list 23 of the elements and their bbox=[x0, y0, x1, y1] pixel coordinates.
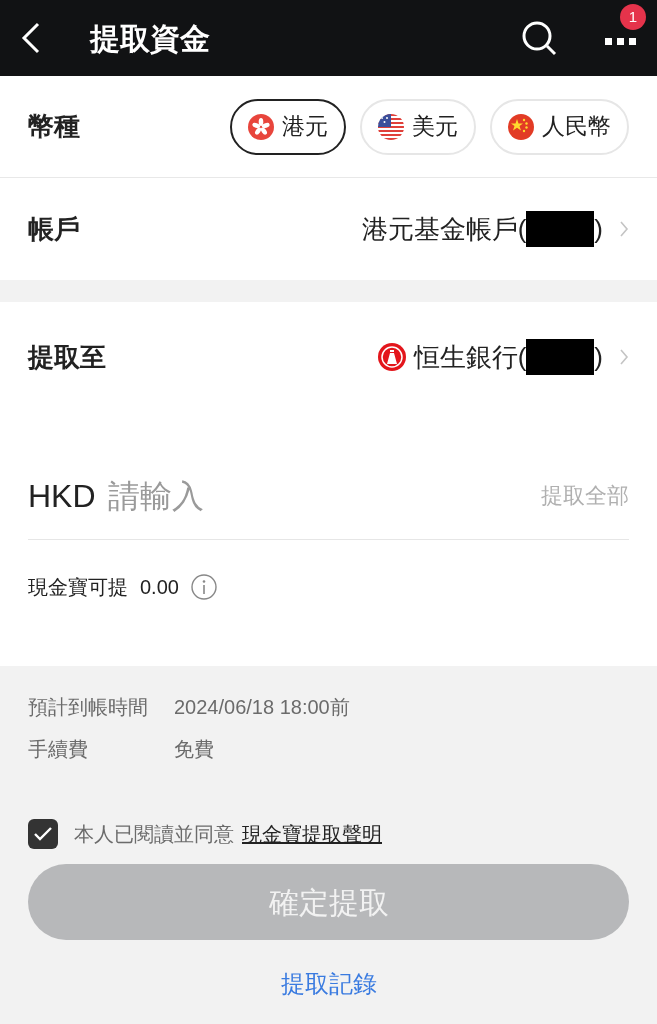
detail-value: 免費 bbox=[174, 737, 214, 762]
page-title: 提取資金 bbox=[90, 20, 210, 57]
currency-option[interactable]: 美元 bbox=[360, 98, 476, 155]
agreement-text: 本人已閱讀並同意 bbox=[74, 822, 234, 847]
available-amount: 0.00 bbox=[140, 575, 179, 600]
currency-option[interactable]: 人民幣 bbox=[490, 98, 629, 155]
withdrawal-history-link[interactable]: 提取記錄 bbox=[280, 966, 377, 1002]
account-label: 帳戶 bbox=[28, 212, 80, 246]
withdraw-to-label: 提取至 bbox=[28, 340, 106, 374]
bank-value: 恒生銀行( bbox=[413, 340, 527, 374]
available-label: 現金寶可提 bbox=[28, 575, 128, 600]
detail-label: 預計到帳時間 bbox=[28, 695, 149, 720]
closing-parenthesis: ) bbox=[594, 212, 603, 246]
notification-badge: 1 bbox=[620, 4, 646, 30]
detail-value: 2024/06/18 18:00前 bbox=[174, 695, 350, 720]
currency-option[interactable]: 港元 bbox=[230, 98, 346, 155]
statement-link[interactable]: 現金寶提取聲明 bbox=[242, 819, 382, 849]
currency-label: 幣種 bbox=[28, 110, 81, 143]
account-value: 港元基金帳戶( bbox=[361, 212, 527, 246]
detail-label: 手續費 bbox=[28, 737, 89, 762]
closing-parenthesis: ) bbox=[594, 340, 603, 374]
currency-code: HKD bbox=[28, 476, 96, 516]
amount-field[interactable]: 請輸入 bbox=[107, 471, 541, 520]
